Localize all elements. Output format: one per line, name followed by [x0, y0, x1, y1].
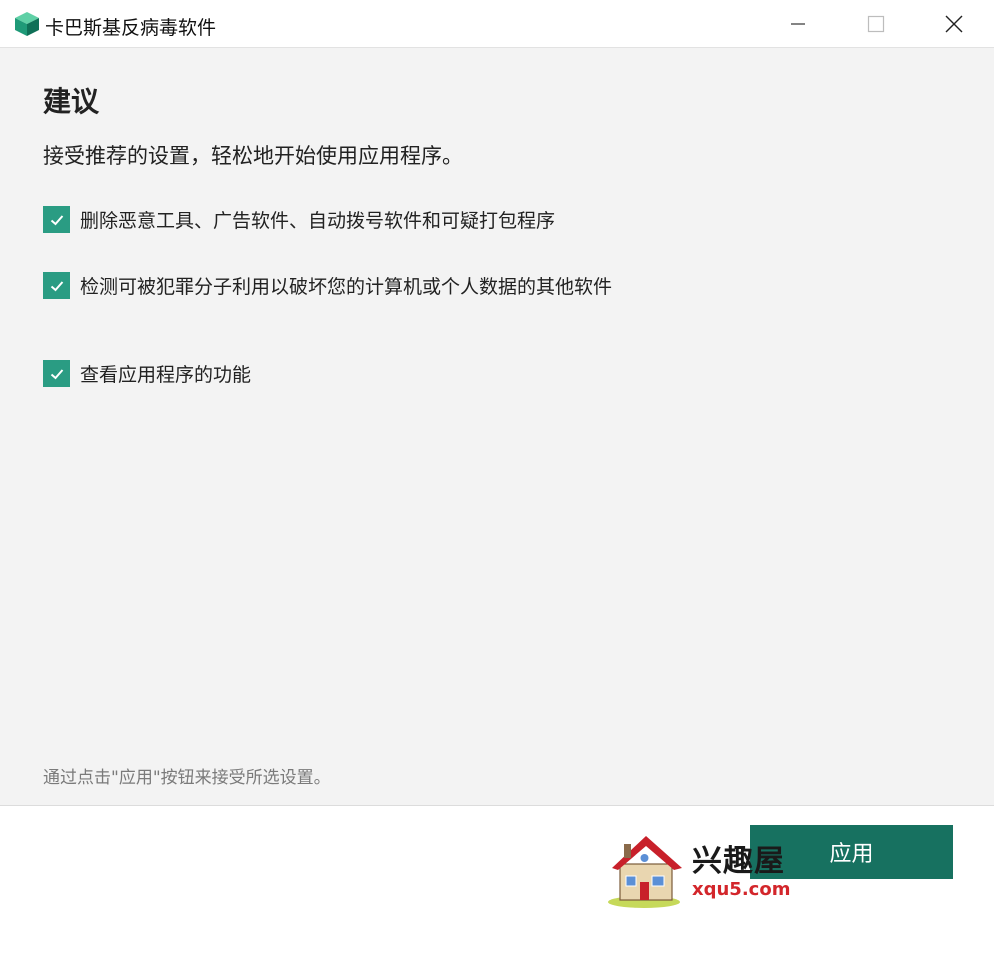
option-view-features[interactable]: 查看应用程序的功能 — [43, 360, 251, 387]
maximize-icon — [867, 15, 885, 32]
close-icon — [945, 15, 963, 32]
watermark-url: xqu5.com — [692, 879, 791, 900]
apply-hint: 通过点击"应用"按钮来接受所选设置。 — [43, 768, 331, 788]
checkbox-remove-malicious-tools[interactable] — [43, 206, 70, 233]
checkmark-icon — [50, 280, 63, 291]
option-detect-other-software[interactable]: 检测可被犯罪分子利用以破坏您的计算机或个人数据的其他软件 — [43, 272, 612, 299]
checkmark-icon — [50, 368, 63, 379]
minimize-button[interactable] — [758, 0, 838, 47]
minimize-icon — [791, 22, 805, 25]
settings-panel: 建议 接受推荐的设置，轻松地开始使用应用程序。 删除恶意工具、广告软件、自动拨号… — [0, 48, 994, 806]
watermark-name: 兴趣屋 — [692, 844, 785, 879]
close-button[interactable] — [914, 0, 994, 47]
page-subtitle: 接受推荐的设置，轻松地开始使用应用程序。 — [43, 144, 463, 168]
window-title: 卡巴斯基反病毒软件 — [45, 17, 217, 39]
maximize-button[interactable] — [836, 0, 916, 47]
checkmark-icon — [50, 214, 63, 225]
page-title: 建议 — [43, 85, 100, 118]
house-logo-icon — [608, 836, 682, 908]
action-bar: 应用 兴趣屋 xqu5.com — [0, 806, 994, 955]
option-label: 查看应用程序的功能 — [80, 364, 252, 386]
title-bar: 卡巴斯基反病毒软件 — [0, 0, 994, 48]
option-label: 检测可被犯罪分子利用以破坏您的计算机或个人数据的其他软件 — [80, 276, 613, 298]
checkbox-view-features[interactable] — [43, 360, 70, 387]
option-label: 删除恶意工具、广告软件、自动拨号软件和可疑打包程序 — [80, 210, 556, 232]
option-remove-malicious-tools[interactable]: 删除恶意工具、广告软件、自动拨号软件和可疑打包程序 — [43, 206, 555, 233]
kaspersky-cube-icon — [15, 12, 39, 36]
checkbox-detect-other-software[interactable] — [43, 272, 70, 299]
